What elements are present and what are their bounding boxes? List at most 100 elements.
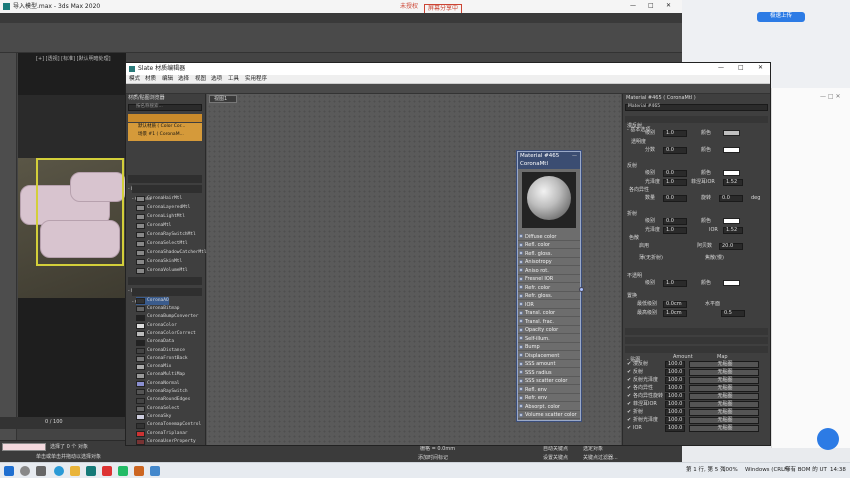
input-socket[interactable]	[519, 234, 523, 238]
map-row-checkbox[interactable]: ✔	[627, 370, 631, 375]
diffuse-color-swatch[interactable]	[723, 130, 740, 136]
input-socket[interactable]	[519, 310, 523, 315]
material-list-item[interactable]: CoronaLayeredMtl	[136, 204, 190, 212]
material-list-item[interactable]: CoronaMtl	[136, 222, 171, 230]
bg-window-controls[interactable]: — □ ✕	[820, 94, 841, 100]
map-row-checkbox[interactable]: ✔	[627, 426, 631, 431]
app-taskbar-icon[interactable]	[118, 466, 128, 476]
input-socket[interactable]	[519, 353, 523, 357]
node-header[interactable]: Material #465 CoronaMtl —	[518, 152, 580, 169]
select-object[interactable]: 选定对象	[583, 447, 603, 452]
chat-icon[interactable]	[817, 428, 839, 450]
input-socket[interactable]	[519, 293, 523, 298]
slate-close-button[interactable]: ✕	[758, 65, 763, 71]
slate-menu-options[interactable]: 选项	[211, 76, 222, 83]
advanced-header[interactable]: + 高级选项	[625, 337, 768, 354]
fraction-spinner[interactable]: 0.0	[663, 147, 687, 154]
map-row-button[interactable]: 无贴图	[689, 369, 759, 376]
map-list-item[interactable]: CoronaTonemapControl	[136, 422, 201, 430]
sss-header[interactable]: + 体积和 SSS	[625, 328, 768, 345]
map-row-button[interactable]: 无贴图	[689, 393, 759, 400]
input-socket[interactable]	[519, 285, 523, 289]
node-input-slot[interactable]: Transl. frac.	[518, 317, 580, 326]
basic-options-header[interactable]: - 基本选项	[625, 116, 768, 133]
map-list-item[interactable]: CoronaDistance	[136, 347, 185, 355]
translucency-color-swatch[interactable]	[723, 147, 740, 153]
disp-min-spinner[interactable]: 0.0cm	[663, 301, 687, 308]
material-list-item[interactable]: CoronaHairMtl	[136, 195, 182, 203]
map-list-item[interactable]: CoronaMix	[136, 363, 171, 371]
input-socket[interactable]	[519, 276, 523, 281]
input-socket[interactable]	[519, 302, 523, 306]
input-socket[interactable]	[519, 370, 523, 374]
node-input-slot[interactable]: SSS radius	[518, 368, 580, 377]
map-list-item[interactable]: CoronaBitmap	[136, 305, 180, 313]
minimize-button[interactable]: —	[630, 3, 636, 9]
materials-header[interactable]: - Materials	[128, 175, 202, 192]
map-list-item[interactable]: CoronaBumpConverter	[136, 314, 198, 322]
refr-level-spinner[interactable]: 0.0	[663, 218, 687, 225]
slate-menu-utilities[interactable]: 实用程序	[245, 76, 267, 83]
input-socket[interactable]	[519, 395, 523, 400]
refl-gloss-spinner[interactable]: 1.0	[663, 179, 687, 186]
scene-entry[interactable]: 默认材质 ( Color Cor...	[138, 124, 185, 130]
node-input-slot[interactable]: Refl. env	[518, 385, 580, 394]
input-socket[interactable]	[519, 242, 523, 247]
slate-menu-mode[interactable]: 模式	[129, 76, 140, 83]
output-socket[interactable]	[579, 287, 584, 292]
start-icon[interactable]	[4, 466, 14, 476]
input-socket[interactable]	[519, 404, 523, 408]
max-taskbar-icon[interactable]	[86, 466, 96, 476]
slate-menu-select[interactable]: 选择	[178, 76, 189, 83]
map-row-button[interactable]: 无贴图	[689, 377, 759, 384]
refl-color-swatch[interactable]	[723, 170, 740, 176]
node-input-slot[interactable]: Absorpt. color	[518, 402, 580, 411]
map-row-button[interactable]: 无贴图	[689, 409, 759, 416]
input-socket[interactable]	[519, 251, 523, 255]
map-row-amount[interactable]: 100.0	[665, 425, 685, 432]
map-row-checkbox[interactable]: ✔	[627, 394, 631, 399]
aniso-amount-spinner[interactable]: 0.0	[663, 195, 687, 202]
material-list-item[interactable]: CoronaLightMtl	[136, 213, 185, 221]
opacity-level-spinner[interactable]: 1.0	[663, 280, 687, 287]
refr-gloss-spinner[interactable]: 1.0	[663, 227, 687, 234]
map-list-item[interactable]: CoronaRaySwitch	[136, 388, 188, 396]
app-taskbar-icon[interactable]	[134, 466, 144, 476]
node-input-slot[interactable]: Refl. gloss.	[518, 249, 580, 258]
material-list-item[interactable]: CoronaShadowCatcherMtl	[136, 249, 207, 257]
map-row-button[interactable]: 无贴图	[689, 401, 759, 408]
viewport-label[interactable]: [+] [透视] [标准] [默认明暗处理]	[36, 57, 111, 62]
map-row-button[interactable]: 无贴图	[689, 417, 759, 424]
node-input-slot[interactable]: SSS amount	[518, 360, 580, 368]
map-row-button[interactable]: 无贴图	[689, 425, 759, 432]
map-list-item[interactable]: CoronaUserProperty	[136, 438, 196, 445]
material-node[interactable]: Material #465 CoronaMtl — Diffuse color R…	[517, 151, 584, 421]
corona-materials-header[interactable]: - Corona	[132, 185, 202, 202]
app-taskbar-icon[interactable]	[102, 466, 112, 476]
fresnel-spinner[interactable]: 1.52	[723, 179, 743, 186]
map-row-checkbox[interactable]: ✔	[627, 386, 631, 391]
set-key[interactable]: 设置关键点	[543, 456, 568, 461]
map-row-amount[interactable]: 100.0	[665, 385, 685, 392]
slate-menu-tools[interactable]: 工具	[228, 76, 239, 83]
sample-slots-header[interactable]: - 示例窗插槽	[128, 114, 202, 131]
task-view-icon[interactable]	[36, 466, 46, 476]
map-row-amount[interactable]: 100.0	[665, 377, 685, 384]
app-taskbar-icon[interactable]	[150, 466, 160, 476]
node-input-slot[interactable]: Refl. color	[518, 241, 580, 249]
maximize-button[interactable]: □	[648, 3, 654, 9]
input-socket[interactable]	[519, 327, 523, 332]
material-list-item[interactable]: CoronaSkinMtl	[136, 258, 182, 266]
corona-maps-header[interactable]: - Corona	[132, 288, 202, 305]
time-slider[interactable]: 0 / 100	[0, 417, 126, 429]
refl-level-spinner[interactable]: 0.0	[663, 170, 687, 177]
edge-icon[interactable]	[54, 466, 64, 476]
map-row-checkbox[interactable]: ✔	[627, 402, 631, 407]
node-input-slot[interactable]: Displacement	[518, 351, 580, 360]
input-socket[interactable]	[519, 344, 523, 349]
node-input-slot[interactable]: Refr. env	[518, 394, 580, 402]
maxscript-box[interactable]	[2, 443, 46, 451]
map-row-amount[interactable]: 100.0	[665, 369, 685, 376]
maps-header[interactable]: - Maps	[128, 277, 202, 294]
slate-menu-edit[interactable]: 编辑	[162, 76, 173, 83]
